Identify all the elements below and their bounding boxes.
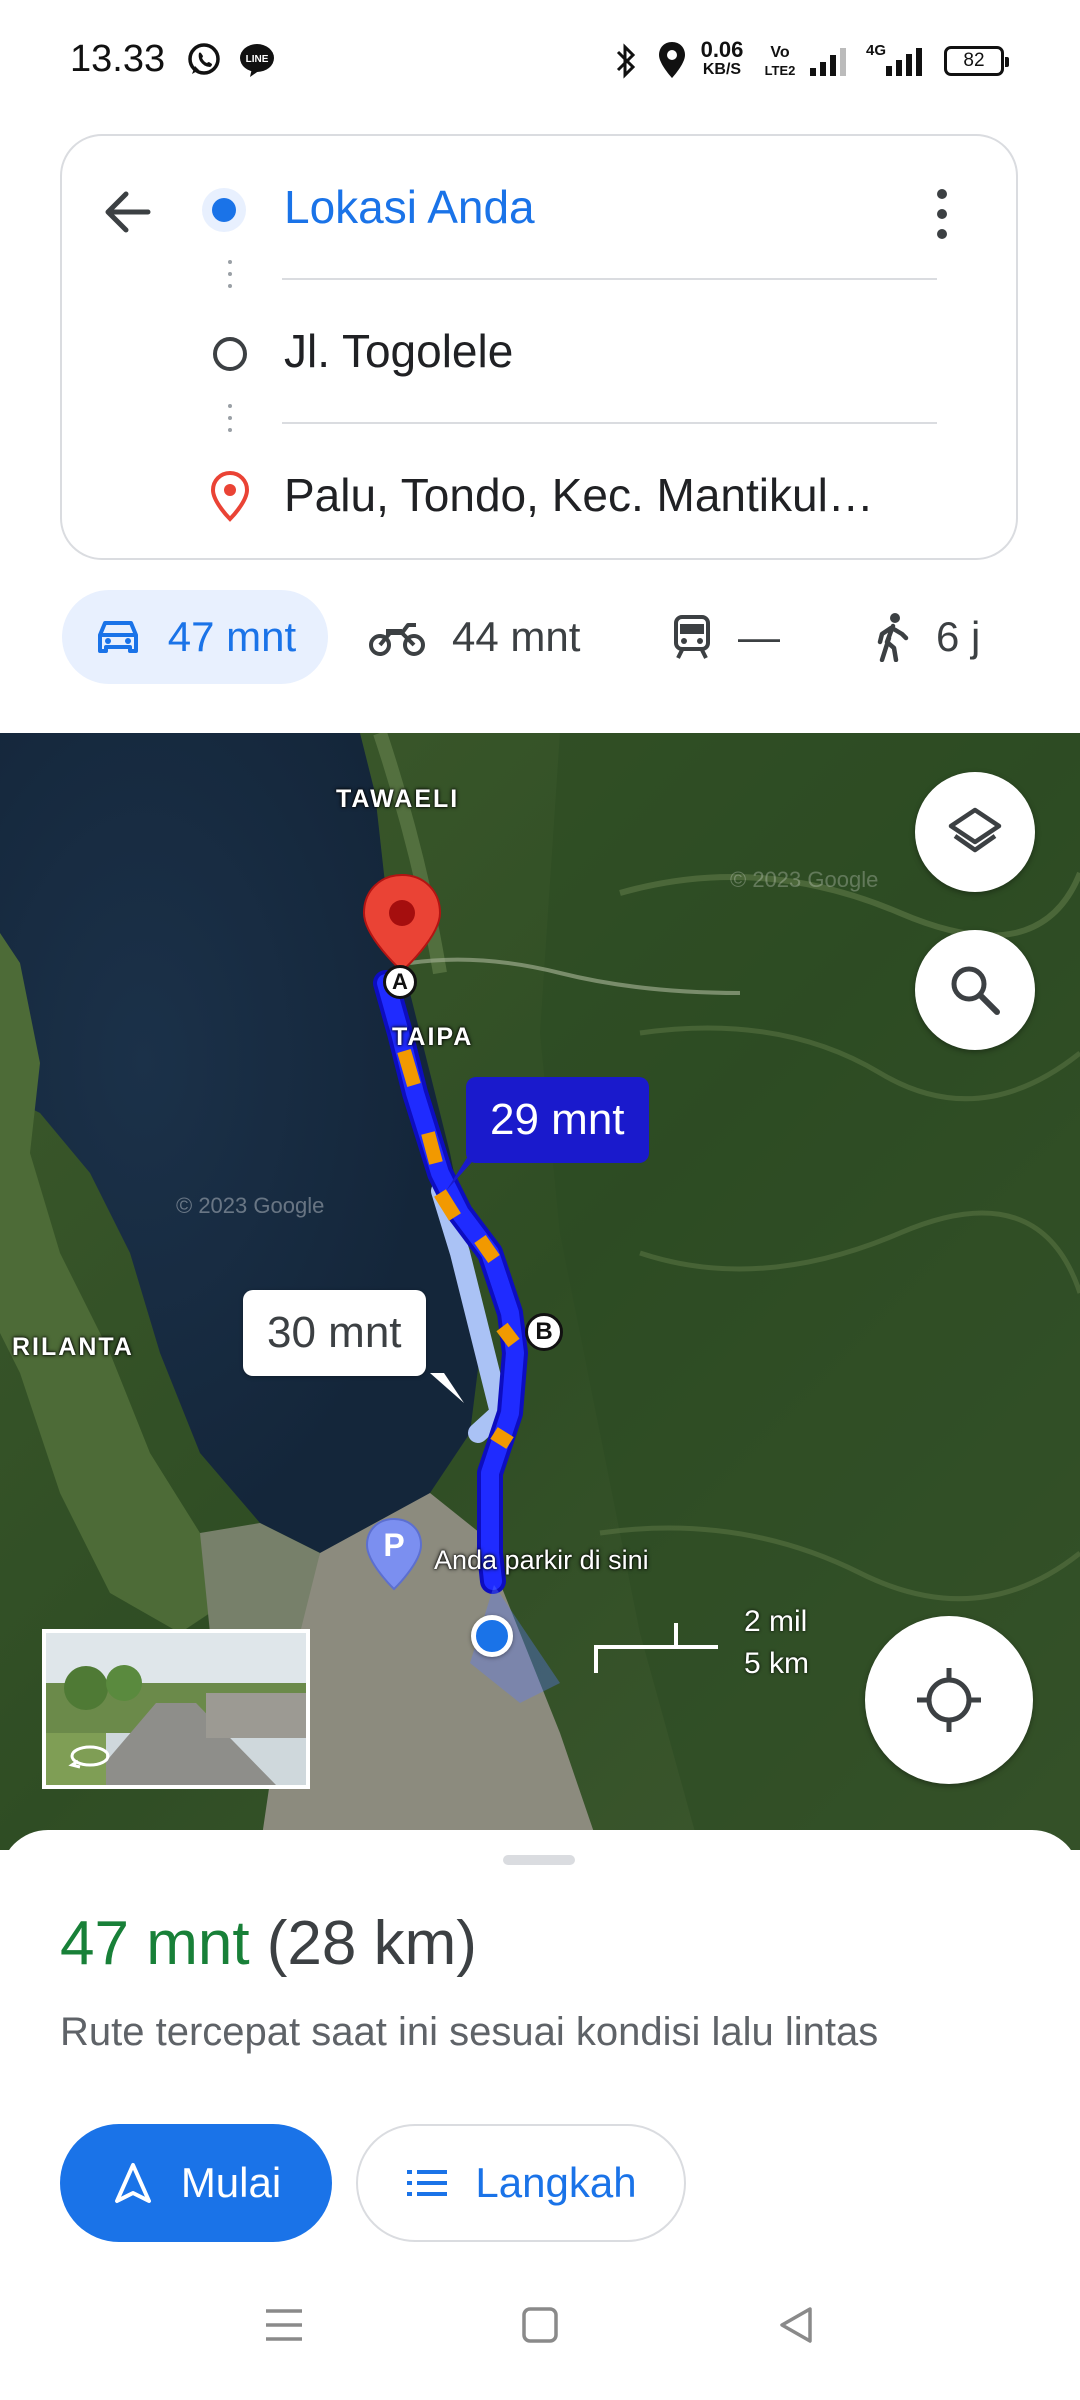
- waypoint-marker-a[interactable]: A: [383, 965, 417, 999]
- map-label-taipa: TAIPA: [392, 1023, 474, 1051]
- bluetooth-icon: [616, 43, 636, 79]
- mode-walk-label: 6 j: [936, 613, 981, 660]
- line-app-icon: LINE: [240, 44, 274, 77]
- more-options-icon[interactable]: [932, 186, 952, 242]
- mode-motorcycle-tab[interactable]: 44 mnt: [368, 590, 580, 684]
- scale-miles-label: 2 mil: [744, 1605, 808, 1638]
- transit-icon: [674, 615, 710, 659]
- street-view-thumbnail[interactable]: [42, 1629, 310, 1789]
- steps-button[interactable]: Langkah: [356, 2124, 686, 2242]
- eta-distance: (28 km): [266, 1909, 477, 1978]
- start-label: Mulai: [180, 2159, 282, 2206]
- search-icon: [951, 966, 1000, 1015]
- waypoint-marker-b[interactable]: B: [525, 1313, 563, 1351]
- my-location-icon: [917, 1668, 981, 1732]
- mode-transit-label: —: [738, 613, 780, 660]
- map-view[interactable]: TAWAELI TAIPA RILANTA © 2023 Google © 20…: [0, 733, 1080, 1850]
- volte-indicator: Vo LTE2: [760, 44, 800, 80]
- parking-label: Anda parkir di sini: [434, 1545, 649, 1575]
- location-icon: [659, 42, 685, 78]
- navigation-arrow-icon: [114, 2163, 151, 2203]
- signal-sim1-icon: [810, 48, 846, 76]
- recent-apps-icon[interactable]: [262, 2305, 306, 2345]
- destination-field[interactable]: Palu, Tondo, Kec. Mantikul…: [284, 468, 874, 522]
- route-alt-time-bubble[interactable]: 30 mnt: [243, 1290, 426, 1376]
- recenter-location-button[interactable]: [865, 1616, 1033, 1784]
- destination-pin-icon: [210, 470, 250, 522]
- home-icon[interactable]: [520, 2305, 560, 2345]
- parking-marker-icon[interactable]: P: [364, 1517, 424, 1591]
- status-time: 13.33: [70, 38, 166, 80]
- map-label-rilanta: RILANTA: [12, 1333, 134, 1361]
- map-scale-bar: [594, 1623, 718, 1673]
- network-speed-unit: KB/S: [702, 61, 742, 78]
- mode-transit-tab[interactable]: —: [672, 590, 780, 684]
- battery-level: 82: [963, 50, 985, 71]
- route-primary-time-bubble[interactable]: 29 mnt: [466, 1077, 649, 1163]
- network-speed: 0.06 KB/S: [698, 37, 746, 80]
- back-nav-icon[interactable]: [776, 2305, 816, 2345]
- route-description: Rute tercepat saat ini sesuai kondisi la…: [60, 2010, 879, 2054]
- map-label-tawaeli: TAWAELI: [336, 785, 460, 813]
- volte-bottom: LTE2: [764, 63, 796, 78]
- search-along-route-button[interactable]: [915, 930, 1035, 1050]
- route-summary: 47 mnt (28 km): [60, 1908, 477, 1979]
- current-location-marker: [471, 1615, 513, 1657]
- bubble-pointer: [446, 1153, 480, 1191]
- route-connector-dots: [228, 260, 232, 296]
- volte-top: Vo: [770, 44, 790, 61]
- svg-text:P: P: [383, 1527, 404, 1563]
- origin-field[interactable]: Lokasi Anda: [284, 180, 535, 234]
- steps-label: Langkah: [475, 2159, 637, 2206]
- current-location-dot-icon: [202, 188, 246, 232]
- status-bar: 13.33 LINE 0.06 KB/S Vo LTE2 4G 82: [0, 0, 1080, 120]
- walk-icon: [877, 613, 909, 662]
- bubble-pointer: [430, 1373, 464, 1403]
- directions-card: Lokasi Anda Jl. Togolele Palu, Tondo, Ke…: [60, 134, 1018, 560]
- route-connector-dots: [228, 404, 232, 440]
- street-view-360-icon: [68, 1745, 110, 1769]
- start-navigation-button[interactable]: Mulai: [60, 2124, 332, 2242]
- battery-icon: 82: [944, 46, 1009, 76]
- whatsapp-icon: [188, 43, 220, 75]
- eta-time: 47 mnt: [60, 1909, 250, 1978]
- scale-km-label: 5 km: [744, 1647, 810, 1680]
- mode-car-label: 47 mnt: [167, 613, 297, 660]
- svg-text:LINE: LINE: [246, 54, 269, 65]
- list-icon: [407, 2170, 448, 2196]
- layers-icon: [948, 807, 1002, 853]
- mode-motorcycle-label: 44 mnt: [452, 613, 581, 660]
- divider: [282, 278, 937, 280]
- car-icon: [97, 621, 138, 653]
- divider: [282, 422, 937, 424]
- back-arrow-icon[interactable]: [100, 184, 156, 240]
- layers-button[interactable]: [915, 772, 1035, 892]
- network-speed-value: 0.06: [700, 37, 744, 62]
- waypoint-field[interactable]: Jl. Togolele: [284, 324, 513, 378]
- waypoint-circle-icon: [213, 337, 247, 371]
- mode-walk-tab[interactable]: 6 j: [874, 590, 980, 684]
- signal-sim2-icon: [886, 48, 922, 76]
- motorcycle-icon: [369, 623, 425, 656]
- sheet-drag-handle[interactable]: [503, 1855, 575, 1865]
- mode-car-tab[interactable]: 47 mnt: [62, 590, 328, 684]
- map-watermark: © 2023 Google: [176, 1193, 325, 1218]
- map-watermark: © 2023 Google: [730, 867, 879, 892]
